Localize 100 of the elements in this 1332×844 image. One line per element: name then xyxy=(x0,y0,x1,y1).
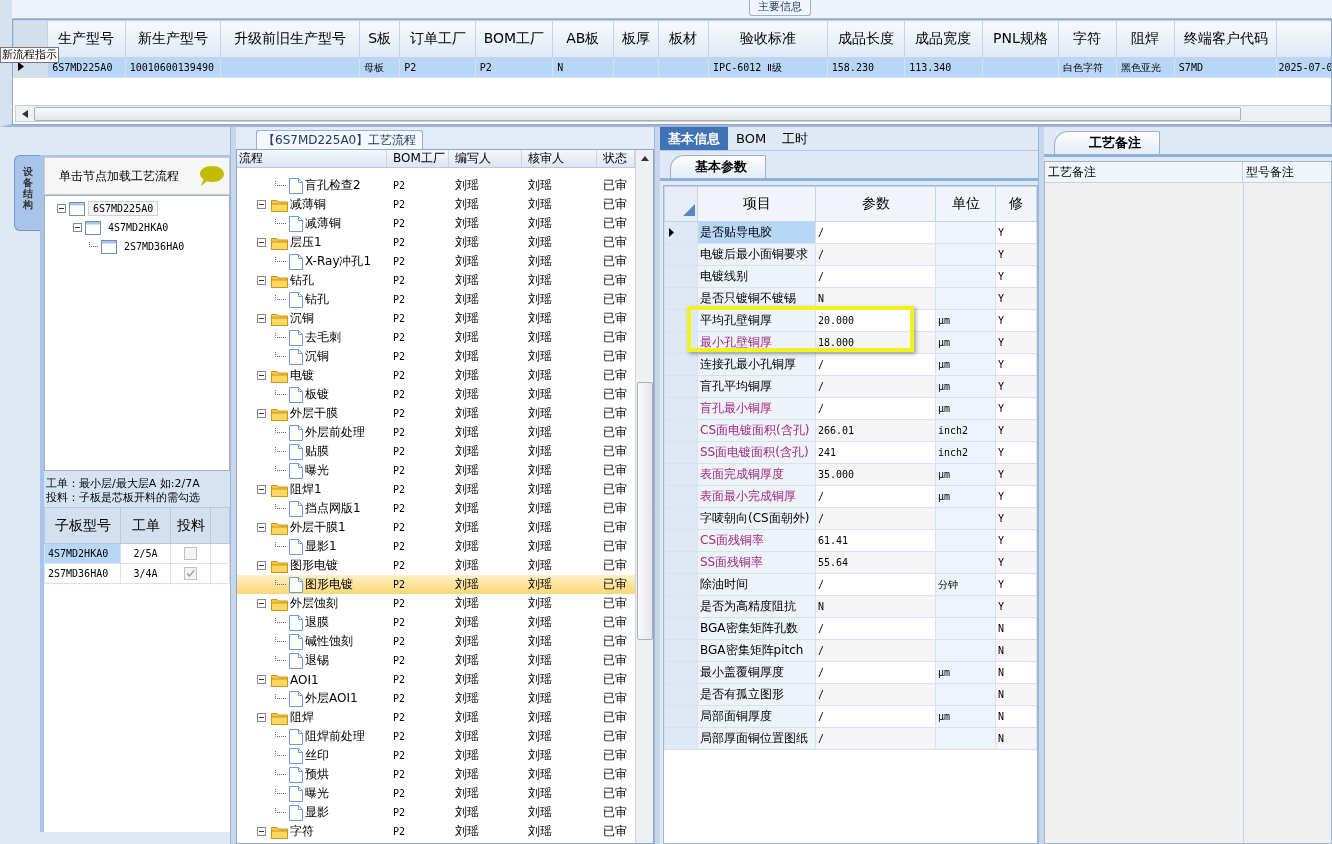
table-row[interactable]: 去毛刺 P2 刘瑶 刘瑶 已审 xyxy=(237,328,635,347)
collapse-icon[interactable] xyxy=(257,675,269,684)
collapse-icon[interactable] xyxy=(57,204,66,213)
collapse-icon[interactable] xyxy=(257,409,269,418)
column-header[interactable]: 板厚 xyxy=(613,20,659,58)
column-header[interactable]: 工单 xyxy=(120,507,171,544)
column-header[interactable]: 投料 xyxy=(170,507,211,544)
table-row[interactable]: X-Ray冲孔1 P2 刘瑶 刘瑶 已审 xyxy=(237,252,635,271)
column-header[interactable]: 修 xyxy=(995,186,1037,222)
column-header[interactable]: PNL规格 xyxy=(982,20,1059,58)
table-row[interactable]: 外层干膜 P2 刘瑶 刘瑶 已审 xyxy=(237,404,635,423)
table-row[interactable]: 阻焊1 P2 刘瑶 刘瑶 已审 xyxy=(237,480,635,499)
column-header[interactable]: 型号备注 xyxy=(1243,162,1331,182)
table-row[interactable]: 碱性蚀刻 P2 刘瑶 刘瑶 已审 xyxy=(237,632,635,651)
column-header[interactable]: 子板型号 xyxy=(44,507,121,544)
column-header[interactable]: 流程 xyxy=(237,150,387,167)
table-row[interactable]: 减薄铜 P2 刘瑶 刘瑶 已审 xyxy=(237,214,635,233)
column-header[interactable]: BOM工厂 xyxy=(387,150,449,167)
tab[interactable]: 基本信息 xyxy=(660,127,728,150)
checkbox[interactable] xyxy=(184,547,197,560)
column-header[interactable]: 新生产型号 xyxy=(125,20,221,58)
column-header[interactable]: 项目 xyxy=(697,186,816,222)
collapse-icon[interactable] xyxy=(257,371,269,380)
table-row[interactable]: 图形电镀 P2 刘瑶 刘瑶 已审 xyxy=(237,575,635,594)
collapse-icon[interactable] xyxy=(257,276,269,285)
table-row[interactable]: 曝光 P2 刘瑶 刘瑶 已审 xyxy=(237,461,635,480)
table-row[interactable]: 挡点网版1 P2 刘瑶 刘瑶 已审 xyxy=(237,499,635,518)
table-cell[interactable]: 2S7MD36HA0 xyxy=(44,563,121,584)
column-header[interactable]: 终端客户代码 xyxy=(1174,20,1277,58)
tab[interactable]: BOM xyxy=(728,127,775,150)
collapse-icon[interactable] xyxy=(257,485,269,494)
table-cell[interactable]: 4S7MD2HKA0 xyxy=(44,543,121,564)
document-icon xyxy=(289,614,303,631)
collapse-icon[interactable] xyxy=(257,200,269,209)
horizontal-scrollbar[interactable] xyxy=(15,105,1331,122)
column-header[interactable]: 成品宽度 xyxy=(904,20,983,58)
tree-node[interactable]: 6S7MD225A0 xyxy=(88,201,159,216)
column-header[interactable]: 字符 xyxy=(1058,20,1116,58)
column-header[interactable]: 工艺备注 xyxy=(1045,162,1243,182)
table-row[interactable]: 字符 P2 刘瑶 刘瑶 已审 xyxy=(237,822,635,841)
collapse-icon[interactable] xyxy=(257,561,269,570)
table-row[interactable]: 钻孔 P2 刘瑶 刘瑶 已审 xyxy=(237,271,635,290)
side-tab[interactable]: 设备结构 xyxy=(14,155,40,231)
table-row[interactable]: 盲孔检查2 P2 刘瑶 刘瑶 已审 xyxy=(237,176,635,195)
table-row[interactable]: 退锡 P2 刘瑶 刘瑶 已审 xyxy=(237,651,635,670)
parameter-name: BGA密集矩阵孔数 xyxy=(700,621,798,635)
collapse-icon[interactable] xyxy=(257,827,269,836)
collapse-icon[interactable] xyxy=(73,223,82,232)
column-header[interactable]: 编写人 xyxy=(449,150,522,167)
column-header[interactable]: 板材 xyxy=(658,20,709,58)
scroll-left-icon[interactable] xyxy=(22,109,28,118)
table-row[interactable]: 外层干膜1 P2 刘瑶 刘瑶 已审 xyxy=(237,518,635,537)
table-row[interactable]: 阻焊前处理 P2 刘瑶 刘瑶 已审 xyxy=(237,727,635,746)
column-header[interactable]: 阻焊 xyxy=(1116,20,1175,58)
table-row[interactable]: 预烘 P2 刘瑶 刘瑶 已审 xyxy=(237,765,635,784)
table-row[interactable]: 显影 P2 刘瑶 刘瑶 已审 xyxy=(237,803,635,822)
table-row[interactable]: 贴膜 P2 刘瑶 刘瑶 已审 xyxy=(237,442,635,461)
table-row[interactable]: 外层蚀刻 P2 刘瑶 刘瑶 已审 xyxy=(237,594,635,613)
table-row[interactable]: 减薄铜 P2 刘瑶 刘瑶 已审 xyxy=(237,195,635,214)
collapse-icon[interactable] xyxy=(257,238,269,247)
column-header[interactable]: 单位 xyxy=(935,186,996,222)
collapse-icon[interactable] xyxy=(257,523,269,532)
table-row[interactable]: 退膜 P2 刘瑶 刘瑶 已审 xyxy=(237,613,635,632)
column-header[interactable]: 升级前旧生产型号 xyxy=(220,20,360,58)
table-row[interactable]: 外层前处理 P2 刘瑶 刘瑶 已审 xyxy=(237,423,635,442)
table-row[interactable]: 电镀 P2 刘瑶 刘瑶 已审 xyxy=(237,366,635,385)
column-header[interactable]: 核审人 xyxy=(522,150,597,167)
collapse-icon[interactable] xyxy=(257,314,269,323)
table-row[interactable]: 层压1 P2 刘瑶 刘瑶 已审 xyxy=(237,233,635,252)
table-row[interactable]: 曝光 P2 刘瑶 刘瑶 已审 xyxy=(237,784,635,803)
tree-node[interactable]: 2S7MD36HA0 xyxy=(120,240,189,253)
table-row[interactable]: 丝印 P2 刘瑶 刘瑶 已审 xyxy=(237,746,635,765)
checkbox[interactable] xyxy=(184,567,197,580)
tab[interactable]: 基本参数 xyxy=(670,155,766,178)
table-row[interactable]: 显影1 P2 刘瑶 刘瑶 已审 xyxy=(237,537,635,556)
parameter-name: 电镀线别 xyxy=(700,269,748,283)
table-row[interactable]: 板镀 P2 刘瑶 刘瑶 已审 xyxy=(237,385,635,404)
table-row[interactable]: 沉铜 P2 刘瑶 刘瑶 已审 xyxy=(237,309,635,328)
table-row[interactable]: 图形电镀 P2 刘瑶 刘瑶 已审 xyxy=(237,556,635,575)
scroll-up-icon[interactable] xyxy=(639,154,650,162)
tree-node[interactable]: 4S7MD2HKA0 xyxy=(104,221,173,234)
collapse-icon[interactable] xyxy=(257,713,269,722)
table-row[interactable]: 外层AOI1 P2 刘瑶 刘瑶 已审 xyxy=(237,689,635,708)
vertical-scrollbar[interactable] xyxy=(635,150,653,843)
column-header[interactable]: S板 xyxy=(359,20,400,58)
column-header[interactable]: 订单工厂 xyxy=(399,20,476,58)
tab[interactable]: 工艺备注 xyxy=(1054,131,1160,154)
collapse-icon[interactable] xyxy=(257,599,269,608)
table-row[interactable]: 阻焊 P2 刘瑶 刘瑶 已审 xyxy=(237,708,635,727)
table-cell-text: P2 xyxy=(392,769,407,780)
tab[interactable]: 工时 xyxy=(774,127,817,150)
column-header[interactable]: 参数 xyxy=(815,186,936,222)
column-header[interactable]: 成品长度 xyxy=(827,20,905,58)
column-header[interactable]: BOM工厂 xyxy=(475,20,553,58)
column-header[interactable]: AB板 xyxy=(552,20,614,58)
column-header[interactable]: 验收标准 xyxy=(708,20,828,58)
table-row[interactable]: AOI1 P2 刘瑶 刘瑶 已审 xyxy=(237,670,635,689)
table-row[interactable]: 沉铜 P2 刘瑶 刘瑶 已审 xyxy=(237,347,635,366)
table-row[interactable]: 钻孔 P2 刘瑶 刘瑶 已审 xyxy=(237,290,635,309)
table-cell: Y xyxy=(998,579,1005,590)
